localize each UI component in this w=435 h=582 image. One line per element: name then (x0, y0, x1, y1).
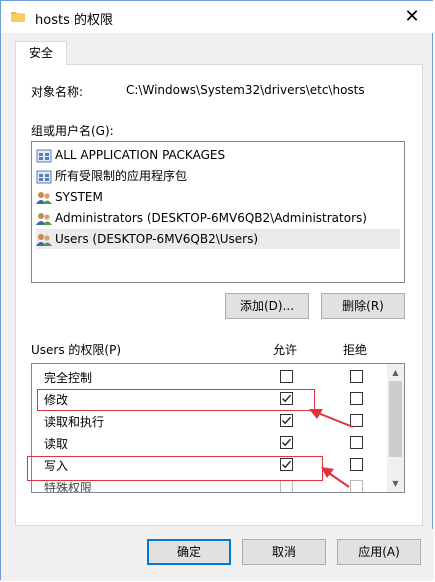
permissions-dialog: hosts 的权限 ✕ 安全 对象名称: C:\Windows\System32… (0, 0, 434, 581)
list-item-selected[interactable]: Users (DESKTOP-6MV6QB2\Users) (36, 229, 400, 249)
permission-name: 读取 (44, 437, 69, 451)
permissions-label: Users 的权限(P) (31, 343, 122, 357)
close-button[interactable]: ✕ (398, 5, 426, 29)
scroll-down-icon[interactable]: ▼ (387, 475, 404, 492)
allow-checkbox[interactable] (280, 436, 293, 449)
annotation-box-modify (37, 389, 315, 411)
list-item-label: SYSTEM (55, 190, 103, 204)
allow-checkbox[interactable] (280, 480, 293, 492)
groups-label: 组或用户名(G): (31, 124, 114, 138)
permission-name: 完全控制 (44, 371, 93, 385)
window-title: hosts 的权限 (35, 13, 113, 28)
deny-checkbox[interactable] (350, 370, 363, 383)
groups-listbox[interactable]: ALL APPLICATION PACKAGES 所有受限制的应用程序包 SYS… (31, 141, 405, 283)
object-name-label: 对象名称: (31, 85, 84, 99)
tab-security[interactable]: 安全 (15, 41, 67, 65)
add-button[interactable]: 添加(D)... (225, 293, 309, 319)
package-group-icon (36, 170, 52, 183)
dialog-footer: 确定 取消 应用(A) (1, 529, 434, 581)
remove-button[interactable]: 删除(R) (321, 293, 405, 319)
permission-name: 读取和执行 (44, 415, 105, 429)
annotation-arrow-icon (321, 467, 350, 488)
list-item-label: Administrators (DESKTOP-6MV6QB2\Administ… (55, 211, 367, 225)
package-group-icon (36, 149, 52, 162)
permissions-scrollbar[interactable]: ▲ ▼ (387, 364, 404, 492)
list-item[interactable]: ALL APPLICATION PACKAGES (36, 145, 400, 165)
object-name-value: C:\Windows\System32\drivers\etc\hosts (126, 83, 365, 97)
checkmark-icon (282, 416, 292, 425)
allow-checkbox[interactable] (280, 414, 293, 427)
list-item-label: ALL APPLICATION PACKAGES (55, 148, 226, 162)
close-icon: ✕ (404, 6, 420, 27)
users-group-icon (36, 212, 52, 225)
deny-column-header: 拒绝 (343, 343, 368, 357)
list-item-label: Users (DESKTOP-6MV6QB2\Users) (55, 232, 259, 246)
allow-column-header: 允许 (273, 343, 298, 357)
list-item[interactable]: 所有受限制的应用程序包 (36, 166, 400, 186)
folder-icon (11, 12, 25, 22)
scroll-thumb[interactable] (389, 381, 402, 457)
list-item[interactable]: Administrators (DESKTOP-6MV6QB2\Administ… (36, 208, 400, 228)
deny-checkbox[interactable] (350, 436, 363, 449)
tab-label: 安全 (28, 46, 53, 60)
annotation-arrow-icon (309, 409, 354, 428)
title-bar: hosts 的权限 ✕ (1, 1, 434, 33)
permission-name: 特殊权限 (44, 481, 93, 493)
users-group-icon (36, 191, 52, 204)
list-item-label: 所有受限制的应用程序包 (55, 169, 188, 183)
cancel-button[interactable]: 取消 (242, 539, 326, 565)
checkmark-icon (282, 438, 292, 447)
table-row: 读取 (32, 432, 387, 454)
allow-checkbox[interactable] (280, 370, 293, 383)
ok-button[interactable]: 确定 (147, 539, 231, 565)
apply-button[interactable]: 应用(A) (337, 539, 421, 565)
users-group-icon (36, 233, 52, 246)
table-row: 完全控制 (32, 366, 387, 388)
annotation-box-write (27, 456, 323, 481)
list-item[interactable]: SYSTEM (36, 187, 400, 207)
scroll-up-icon[interactable]: ▲ (387, 364, 404, 381)
